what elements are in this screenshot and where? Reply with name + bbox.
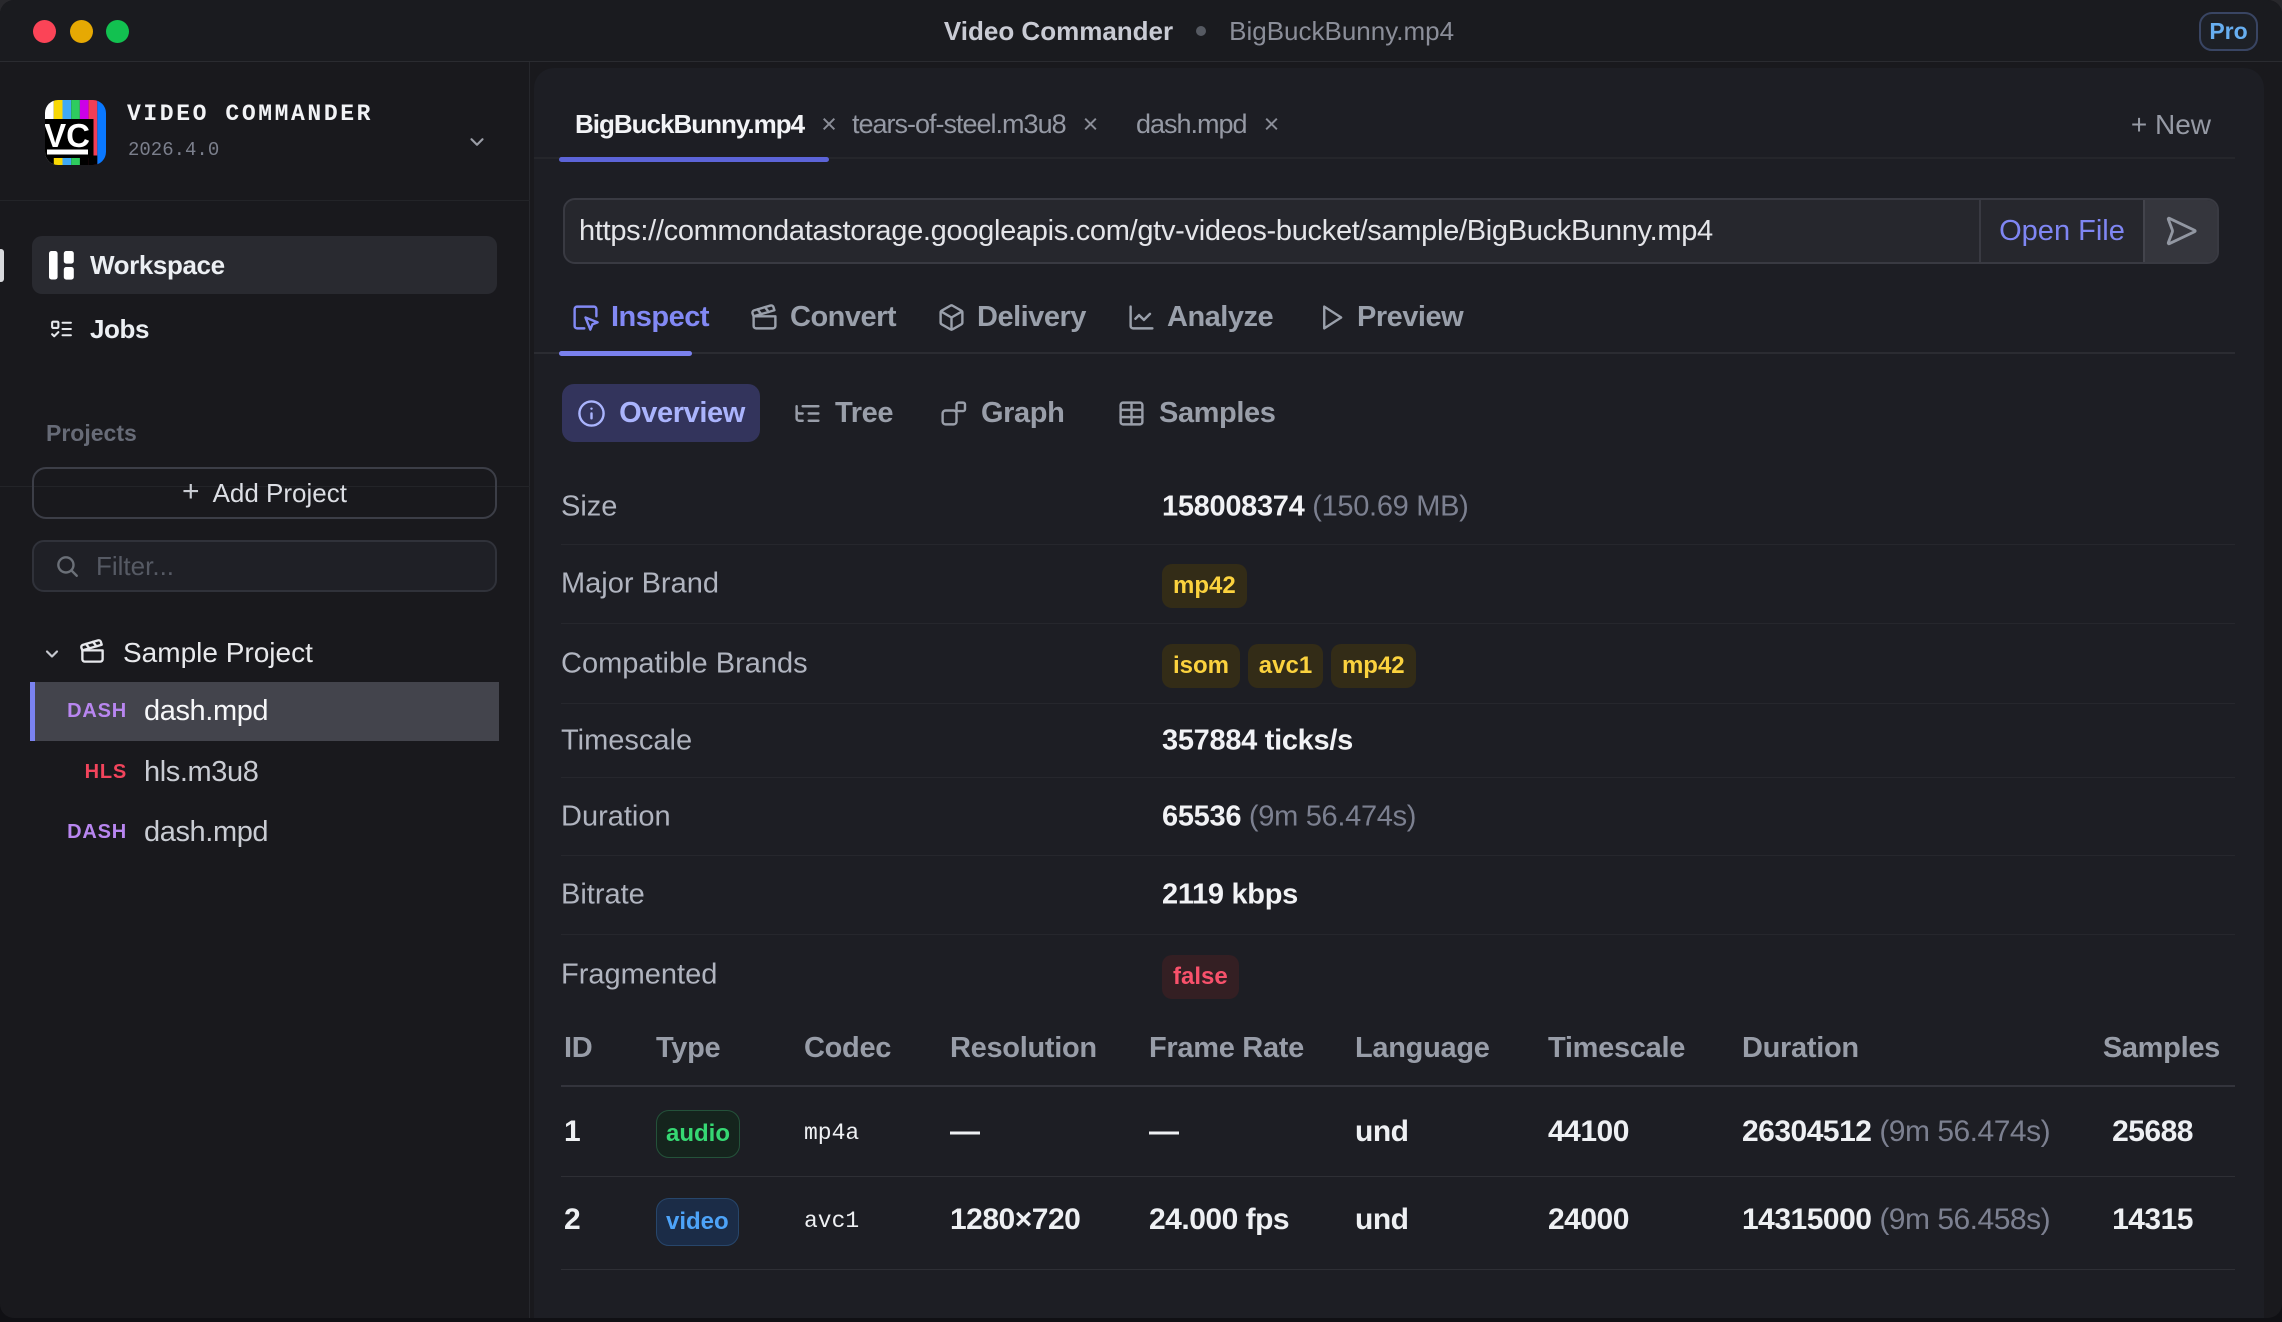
svg-text:VC: VC	[45, 117, 90, 154]
